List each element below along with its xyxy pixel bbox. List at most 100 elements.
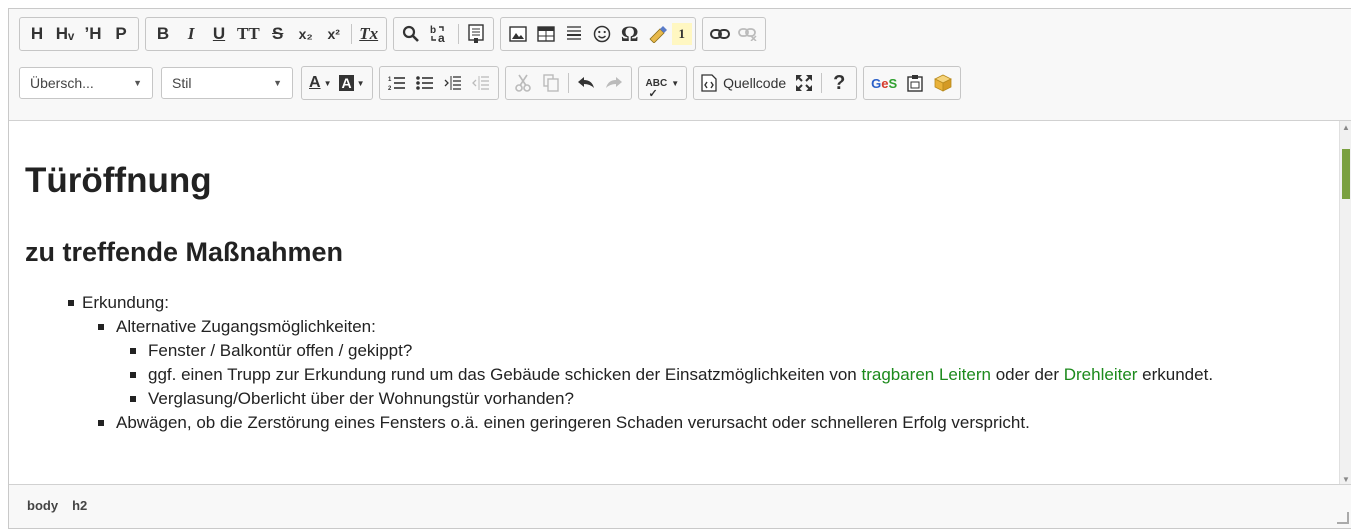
outdent-icon[interactable]: [467, 69, 495, 97]
image-icon[interactable]: [504, 20, 532, 48]
bullet: [130, 372, 136, 378]
heading-h-button[interactable]: H: [23, 20, 51, 48]
help-button[interactable]: ?: [825, 69, 853, 97]
link-drehleiter[interactable]: Drehleiter: [1064, 365, 1138, 384]
heading-format-select[interactable]: Übersch... ▼: [19, 67, 153, 99]
toolbar-row-1: H Hᵥ ʼH P B I U TT S x₂ x² Tx b a Ω 1: [19, 17, 772, 51]
chevron-down-icon: ▼: [273, 78, 282, 88]
resize-handle[interactable]: [1337, 512, 1349, 524]
bold-button[interactable]: B: [149, 20, 177, 48]
vertical-scrollbar[interactable]: ▲ ▼: [1339, 121, 1351, 486]
replace-icon[interactable]: ba: [425, 20, 455, 48]
list-item: Fenster / Balkontür offen / gekippt?: [9, 339, 1258, 363]
style-value: Stil: [172, 75, 192, 91]
italic-button[interactable]: I: [177, 20, 205, 48]
chevron-down-icon: ▼: [671, 78, 680, 88]
chevron-down-icon: ▼: [323, 78, 332, 88]
editor-content[interactable]: Türöffnung zu treffende Maßnahmen Erkund…: [9, 121, 1339, 486]
special-char-icon[interactable]: Ω: [616, 20, 644, 48]
text-color-icon: A: [309, 74, 321, 91]
element-path-bar: body h2: [9, 484, 1351, 528]
scroll-up-icon[interactable]: ▲: [1342, 123, 1350, 132]
ges-label: GeS: [871, 75, 898, 91]
marker-icon[interactable]: [644, 20, 672, 48]
source-label: Quellcode: [723, 75, 787, 91]
bg-color-button[interactable]: A ▼: [335, 69, 368, 97]
paste-text-icon[interactable]: [462, 20, 490, 48]
list-item: Alternative Zugangsmöglichkeiten:: [9, 315, 1258, 339]
rich-text-editor: H Hᵥ ʼH P B I U TT S x₂ x² Tx b a Ω 1 Üb…: [8, 8, 1351, 529]
numbered-list-icon[interactable]: 12: [383, 69, 411, 97]
chevron-down-icon: ▼: [133, 78, 142, 88]
content-list: Erkundung: Alternative Zugangsmöglichkei…: [9, 291, 1258, 435]
chevron-down-icon: ▼: [356, 78, 365, 88]
element-path: body h2: [27, 498, 87, 513]
redo-icon[interactable]: [600, 69, 628, 97]
svg-text:b: b: [430, 25, 436, 36]
list-item: ggf. einen Trupp zur Erkundung rund um d…: [9, 363, 1258, 387]
page-subtitle: zu treffende Maßnahmen: [25, 237, 344, 267]
source-icon: [701, 74, 717, 92]
unlink-icon[interactable]: [734, 20, 762, 48]
typewriter-button[interactable]: TT: [233, 20, 264, 48]
bullet: [130, 396, 136, 402]
link-icon[interactable]: [706, 20, 734, 48]
scrollbar-thumb[interactable]: [1342, 149, 1350, 199]
page-title: Türöffnung: [25, 161, 212, 200]
remove-format-button[interactable]: Tx: [355, 20, 383, 48]
ges-button[interactable]: GeS: [867, 69, 901, 97]
scroll-down-icon[interactable]: ▼: [1342, 475, 1350, 484]
separator: [350, 24, 352, 44]
list-item: Verglasung/Oberlicht über der Wohnungstü…: [9, 387, 1258, 411]
table-icon[interactable]: [532, 20, 560, 48]
path-item-body[interactable]: body: [27, 498, 58, 513]
smiley-icon[interactable]: [588, 20, 616, 48]
list-item: Erkundung:: [9, 291, 1258, 315]
bullet: [98, 420, 104, 426]
paragraph-button[interactable]: P: [107, 20, 135, 48]
style-select[interactable]: Stil ▼: [161, 67, 293, 99]
underline-button[interactable]: U: [205, 20, 233, 48]
text-color-button[interactable]: A ▼: [305, 69, 335, 97]
list-item-text: erkundet.: [1137, 365, 1214, 384]
spellcheck-button[interactable]: ABC ✓ ▼: [642, 69, 684, 100]
source-group: Quellcode ?: [693, 66, 858, 100]
cut-icon[interactable]: [509, 69, 537, 97]
svg-text:1: 1: [388, 77, 392, 83]
link-tragbare-leitern[interactable]: tragbaren Leitern: [861, 365, 990, 384]
bulleted-list-icon[interactable]: [411, 69, 439, 97]
separator: [457, 24, 459, 44]
plugin-group: GeS: [863, 66, 962, 100]
horizontal-rule-icon[interactable]: [560, 20, 588, 48]
list-item-text: Verglasung/Oberlicht über der Wohnungstü…: [148, 389, 574, 408]
check-icon: ✓: [648, 87, 658, 100]
link-group: [701, 17, 766, 51]
copy-icon[interactable]: [537, 69, 565, 97]
heading-h-alt-button[interactable]: ʼH: [79, 20, 107, 48]
footnote-icon[interactable]: 1: [671, 23, 692, 45]
clipboard-group: [504, 66, 632, 100]
heading-hv-button[interactable]: Hᵥ: [51, 20, 79, 48]
subscript-button[interactable]: x₂: [292, 20, 320, 48]
heading-group: H Hᵥ ʼH P: [19, 17, 139, 51]
indent-icon[interactable]: [439, 69, 467, 97]
template-box-icon[interactable]: [929, 69, 957, 97]
separator: [821, 73, 823, 93]
find-icon[interactable]: [397, 20, 425, 48]
undo-icon[interactable]: [572, 69, 600, 97]
source-button[interactable]: Quellcode: [697, 69, 790, 97]
superscript-button[interactable]: x²: [320, 20, 348, 48]
path-item-h2[interactable]: h2: [72, 498, 87, 513]
format-group: B I U TT S x₂ x² Tx: [145, 17, 387, 51]
insert-group: Ω 1: [499, 17, 696, 51]
maximize-icon[interactable]: [790, 69, 818, 97]
list-item: Abwägen, ob die Zerstörung eines Fenster…: [9, 411, 1258, 435]
list-item-text: ggf. einen Trupp zur Erkundung rund um d…: [148, 365, 862, 384]
list-item-text: Fenster / Balkontür offen / gekippt?: [148, 341, 413, 360]
heading-format-value: Übersch...: [30, 75, 94, 91]
separator: [567, 73, 569, 93]
strikethrough-button[interactable]: S: [264, 20, 292, 48]
editor-toolbar: H Hᵥ ʼH P B I U TT S x₂ x² Tx b a Ω 1 Üb…: [9, 9, 1351, 121]
paste-from-word-icon[interactable]: [901, 69, 929, 97]
svg-text:2: 2: [388, 86, 392, 91]
